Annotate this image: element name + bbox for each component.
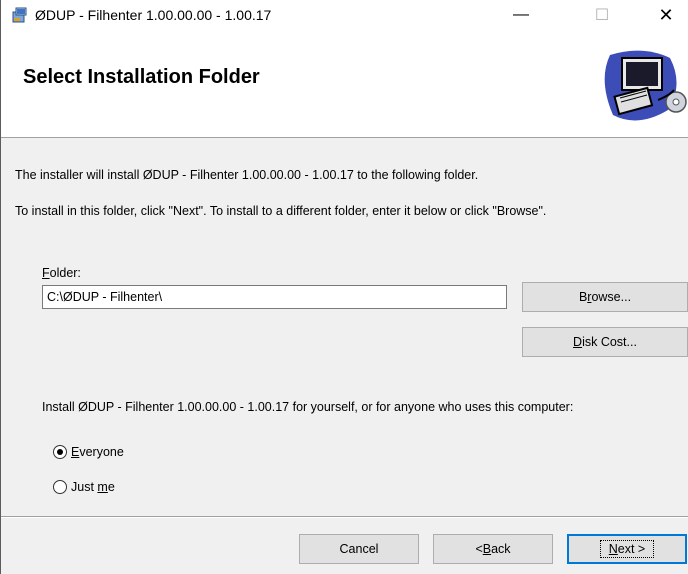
- radio-everyone-label: Everyone: [71, 445, 124, 459]
- installer-window: ØDUP - Filhenter 1.00.00.00 - 1.00.17 — …: [0, 0, 688, 574]
- radio-just-me-indicator[interactable]: [53, 480, 67, 494]
- radio-just-me-label: Just me: [71, 480, 115, 494]
- browse-button[interactable]: Br owse...: [522, 282, 688, 312]
- install-description: The installer will install ØDUP - Filhen…: [15, 168, 479, 182]
- folder-label: Folder:: [42, 266, 81, 280]
- install-for-prompt: Install ØDUP - Filhenter 1.00.00.00 - 1.…: [42, 400, 574, 414]
- install-instructions: To install in this folder, click "Next".…: [15, 204, 547, 218]
- disk-cost-button[interactable]: Disk Cost...: [522, 327, 688, 357]
- title-bar: ØDUP - Filhenter 1.00.00.00 - 1.00.17 — …: [1, 0, 688, 30]
- cancel-button[interactable]: Cancel: [299, 534, 419, 564]
- radio-just-me[interactable]: Just me: [53, 480, 115, 494]
- computer-icon: [588, 40, 688, 130]
- radio-everyone-indicator[interactable]: [53, 445, 67, 459]
- maximize-button[interactable]: ☐: [579, 0, 625, 30]
- close-button[interactable]: ✕: [643, 0, 688, 30]
- back-button[interactable]: < Back: [433, 534, 553, 564]
- folder-input[interactable]: [42, 285, 507, 309]
- page-title: Select Installation Folder: [23, 66, 260, 88]
- installer-icon: [11, 6, 29, 24]
- radio-everyone[interactable]: Everyone: [53, 445, 124, 459]
- footer-separator: [1, 516, 688, 518]
- minimize-button[interactable]: —: [498, 0, 544, 30]
- header-banner: Select Installation Folder: [1, 30, 688, 138]
- window-title: ØDUP - Filhenter 1.00.00.00 - 1.00.17: [35, 7, 272, 23]
- next-button[interactable]: Next >: [567, 534, 687, 564]
